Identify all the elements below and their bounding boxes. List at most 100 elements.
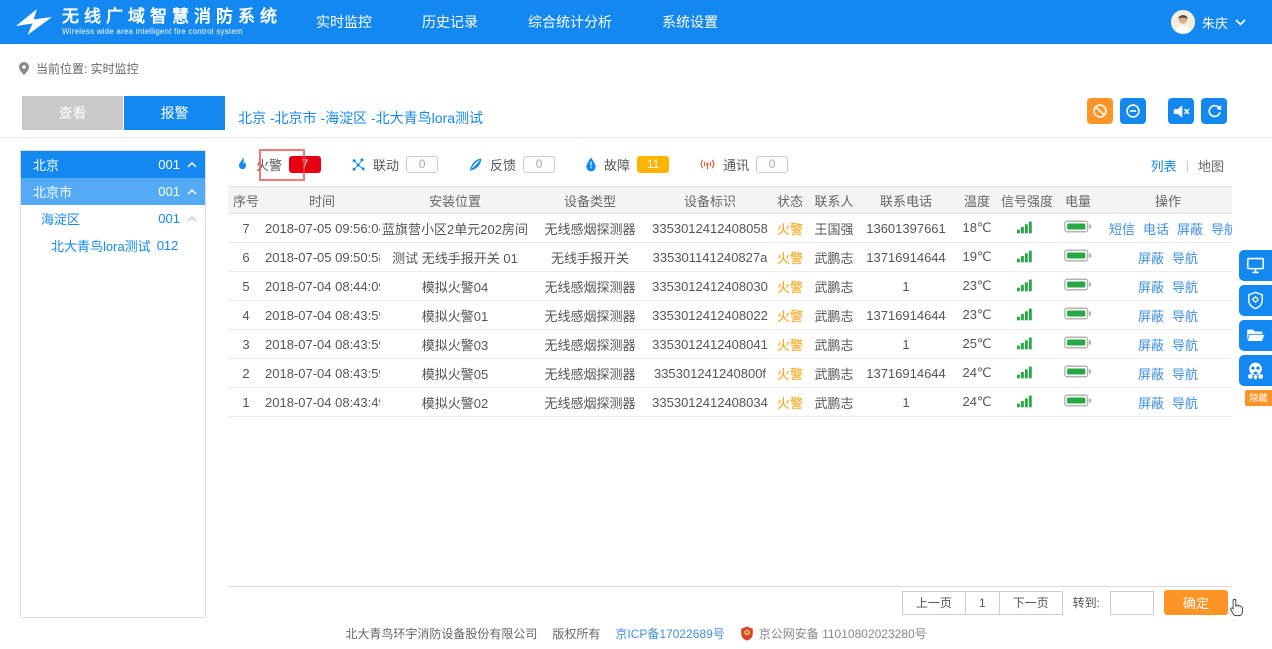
- tree-item-haidian[interactable]: 海淀区 001: [21, 205, 205, 232]
- cell-status: 火警: [770, 272, 810, 301]
- cell-time: 2018-07-04 08:43:49: [264, 388, 380, 417]
- tree-item-count: 001: [158, 184, 180, 199]
- tab-alarm[interactable]: 报警: [124, 96, 225, 130]
- filter-label: 火警: [256, 155, 282, 174]
- action-navigate[interactable]: 导航: [1172, 396, 1198, 411]
- gas-mask-tool-button[interactable]: [1239, 355, 1272, 386]
- signal-strength-icon: [1017, 222, 1035, 237]
- prev-page-button[interactable]: 上一页: [902, 591, 966, 615]
- quick-buttons: [1087, 98, 1227, 124]
- action-navigate[interactable]: 导航: [1172, 309, 1198, 324]
- action-mask[interactable]: 屏蔽: [1138, 367, 1164, 382]
- comm-count-badge: 0: [756, 156, 788, 173]
- filter-fire-alarm[interactable]: 火警 7: [236, 155, 321, 174]
- tree-item-count: 001: [158, 157, 180, 172]
- action-mask[interactable]: 屏蔽: [1138, 251, 1164, 266]
- table-row[interactable]: 6 2018-07-05 09:50:58 测试 无线手报开关 01 无线手报开…: [228, 243, 1232, 272]
- cell-contact: 王国强: [810, 214, 858, 243]
- folder-icon: [1246, 328, 1265, 343]
- cell-time: 2018-07-04 08:43:59: [264, 359, 380, 388]
- monitor-tool-button[interactable]: [1239, 250, 1272, 281]
- col-signal: 信号强度: [1000, 187, 1052, 214]
- mute-icon: [1173, 104, 1190, 119]
- action-mask[interactable]: 屏蔽: [1138, 396, 1164, 411]
- app-subtitle: Wireless wide area intelligent fire cont…: [62, 28, 282, 36]
- action-navigate[interactable]: 导航: [1211, 222, 1232, 237]
- cell-device-id: 3353012412408058: [650, 214, 770, 243]
- minus-circle-button[interactable]: [1120, 98, 1146, 124]
- signal-strength-icon: [1017, 309, 1035, 324]
- nav-history[interactable]: 历史记录: [422, 12, 478, 32]
- action-mask[interactable]: 屏蔽: [1138, 309, 1164, 324]
- view-switch: 列表 | 地图: [1151, 156, 1224, 175]
- col-actions: 操作: [1104, 187, 1232, 214]
- map-view-toggle[interactable]: 地图: [1198, 156, 1224, 175]
- filter-communication[interactable]: 通讯 0: [699, 155, 788, 174]
- nav-realtime-monitor[interactable]: 实时监控: [316, 12, 372, 32]
- tree-item-beijing[interactable]: 北京 001: [21, 151, 205, 178]
- battery-icon: [1064, 395, 1092, 410]
- cell-location: 测试 无线手报开关 01: [380, 243, 530, 272]
- tree-item-count: 001: [158, 211, 180, 226]
- refresh-button[interactable]: [1201, 98, 1227, 124]
- cell-status: 火警: [770, 301, 810, 330]
- cell-status: 火警: [770, 330, 810, 359]
- list-view-toggle[interactable]: 列表: [1151, 156, 1177, 175]
- minus-circle-icon: [1125, 103, 1141, 119]
- table-row[interactable]: 2 2018-07-04 08:43:59 模拟火警05 无线感烟探测器 335…: [228, 359, 1232, 388]
- tree-item-beijing-city[interactable]: 北京市 001: [21, 178, 205, 205]
- goto-page-input[interactable]: [1110, 591, 1154, 615]
- icp-link[interactable]: 京ICP备17022689号: [615, 625, 724, 642]
- cell-device-id: 335301141240827a: [650, 243, 770, 272]
- signal-strength-icon: [1017, 338, 1035, 353]
- next-page-button[interactable]: 下一页: [999, 591, 1063, 615]
- cell-battery: [1052, 272, 1104, 301]
- shield-gear-tool-button[interactable]: [1239, 285, 1272, 316]
- action-mask[interactable]: 屏蔽: [1138, 338, 1164, 353]
- cell-seq: 5: [228, 272, 264, 301]
- cell-contact: 武鹏志: [810, 272, 858, 301]
- tree-item-lora-test[interactable]: 北大青鸟lora测试 012: [21, 232, 205, 259]
- filter-linkage[interactable]: 联动 0: [351, 155, 438, 174]
- table-row[interactable]: 3 2018-07-04 08:43:59 模拟火警03 无线感烟探测器 335…: [228, 330, 1232, 359]
- cell-signal: [1000, 243, 1052, 272]
- nav-settings[interactable]: 系统设置: [662, 12, 718, 32]
- app-title: 无线广域智慧消防系统: [62, 8, 282, 25]
- filter-fault[interactable]: 故障 11: [585, 155, 669, 174]
- cell-phone: 1: [858, 330, 954, 359]
- fault-count-badge: 11: [637, 156, 669, 173]
- ban-button[interactable]: [1087, 98, 1113, 124]
- col-location: 安装位置: [380, 187, 530, 214]
- cell-device-type: 无线手报开关: [530, 243, 650, 272]
- mute-button[interactable]: [1168, 98, 1194, 124]
- table-row[interactable]: 1 2018-07-04 08:43:49 模拟火警02 无线感烟探测器 335…: [228, 388, 1232, 417]
- folder-tool-button[interactable]: [1239, 320, 1272, 351]
- col-device-id: 设备标识: [650, 187, 770, 214]
- action-mask[interactable]: 屏蔽: [1138, 280, 1164, 295]
- tab-view[interactable]: 查看: [22, 96, 123, 130]
- cell-phone: 13716914644: [858, 243, 954, 272]
- action-navigate[interactable]: 导航: [1172, 280, 1198, 295]
- nav-statistics[interactable]: 综合统计分析: [528, 12, 612, 32]
- cell-signal: [1000, 214, 1052, 243]
- action-navigate[interactable]: 导航: [1172, 367, 1198, 382]
- action-navigate[interactable]: 导航: [1172, 251, 1198, 266]
- shield-gear-icon: [1247, 291, 1264, 310]
- confirm-button[interactable]: 确定: [1164, 590, 1228, 615]
- table-row[interactable]: 5 2018-07-04 08:44:09 模拟火警04 无线感烟探测器 335…: [228, 272, 1232, 301]
- user-menu[interactable]: 朱庆: [1171, 10, 1246, 34]
- table-row[interactable]: 4 2018-07-04 08:43:59 模拟火警01 无线感烟探测器 335…: [228, 301, 1232, 330]
- action-mask[interactable]: 屏蔽: [1177, 222, 1203, 237]
- action-navigate[interactable]: 导航: [1172, 338, 1198, 353]
- cell-battery: [1052, 330, 1104, 359]
- refresh-icon: [1207, 104, 1222, 119]
- action-call[interactable]: 电话: [1143, 222, 1169, 237]
- chevron-down-icon: [1235, 19, 1246, 26]
- hide-toolbar-button[interactable]: 隐藏: [1245, 390, 1272, 406]
- current-page[interactable]: 1: [965, 591, 1000, 615]
- table-row[interactable]: 7 2018-07-05 09:56:04 蓝旗营小区2单元202房间 无线感烟…: [228, 214, 1232, 243]
- action-sms[interactable]: 短信: [1109, 222, 1135, 237]
- cell-location: 模拟火警05: [380, 359, 530, 388]
- filter-feedback[interactable]: 反馈 0: [468, 155, 555, 174]
- cell-temperature: 23℃: [954, 301, 1000, 330]
